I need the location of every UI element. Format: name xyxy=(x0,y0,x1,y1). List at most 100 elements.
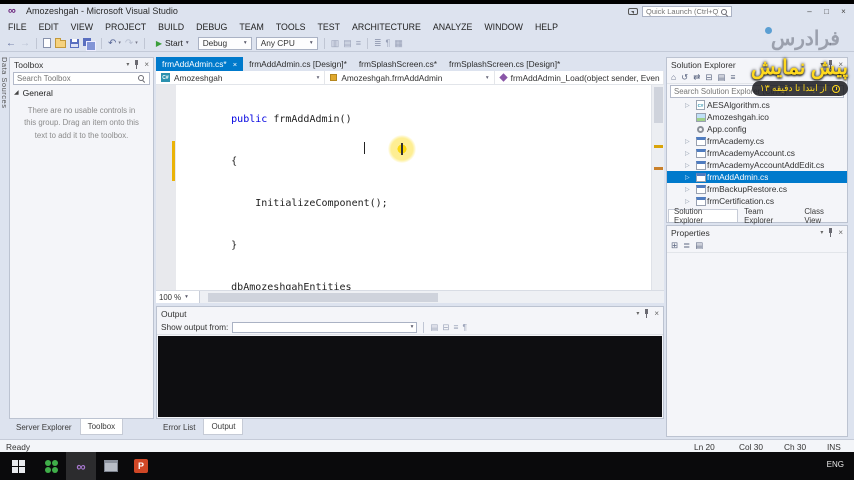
quick-launch-box[interactable] xyxy=(642,6,732,17)
toolbox-header[interactable]: Toolbox ▾ × xyxy=(10,58,153,71)
scrollbar-thumb[interactable] xyxy=(208,293,438,302)
menu-architecture[interactable]: ARCHITECTURE xyxy=(346,19,427,35)
expander-icon[interactable]: ▷ xyxy=(685,174,694,181)
window-position-icon[interactable]: ▾ xyxy=(820,229,823,236)
alphabetical-icon[interactable]: ≣ xyxy=(683,240,690,251)
tree-item[interactable]: ▷ App.config xyxy=(667,123,847,135)
menu-file[interactable]: FILE xyxy=(2,19,33,35)
output-log-area[interactable] xyxy=(158,336,662,417)
close-icon[interactable]: × xyxy=(144,60,149,69)
menu-analyze[interactable]: ANALYZE xyxy=(427,19,478,35)
pin-icon[interactable] xyxy=(827,228,834,237)
collapse-all-icon[interactable]: ⊟ xyxy=(705,72,712,83)
tree-item[interactable]: ▷ frmAcademyAccount.cs xyxy=(667,147,847,159)
property-pages-icon[interactable]: ▤ xyxy=(695,240,703,251)
toolbar-icon[interactable]: ≡ xyxy=(356,38,361,48)
minimize-button[interactable]: – xyxy=(801,4,818,18)
menu-help[interactable]: HELP xyxy=(529,19,564,35)
properties-icon[interactable]: ≡ xyxy=(731,72,736,82)
new-file-icon[interactable] xyxy=(43,38,51,48)
toolbox-search-box[interactable] xyxy=(13,72,150,85)
breadcrumb-type-dropdown[interactable]: Amozeshgah.frmAddAdmin ▾ xyxy=(325,71,495,84)
menu-view[interactable]: VIEW xyxy=(65,19,99,35)
tree-item[interactable]: ▷ frmBackupRestore.cs xyxy=(667,183,847,195)
window-position-icon[interactable]: ▾ xyxy=(126,61,129,68)
tab-frmsplashscreen-design[interactable]: frmSplashScreen.cs [Design]* xyxy=(443,57,566,71)
solution-platform-combo[interactable]: Any CPU ▾ xyxy=(255,36,318,50)
close-icon[interactable]: × xyxy=(233,60,237,69)
open-file-icon[interactable] xyxy=(55,38,66,48)
breadcrumb-project-dropdown[interactable]: C# Amozeshgah ▾ xyxy=(156,71,326,84)
solution-configuration-combo[interactable]: Debug ▾ xyxy=(197,36,252,50)
show-all-files-icon[interactable]: ▤ xyxy=(718,72,726,83)
pin-icon[interactable] xyxy=(133,60,140,69)
redo-icon[interactable]: ↷ xyxy=(125,36,133,51)
tree-item[interactable]: ▷ Amozeshgah.ico xyxy=(667,111,847,123)
undo-dropdown-icon[interactable]: ▾ xyxy=(118,40,121,46)
expander-icon[interactable]: ▷ xyxy=(685,150,694,157)
tree-item-selected[interactable]: ▷ frmAddAdmin.cs xyxy=(667,171,847,183)
close-button[interactable]: × xyxy=(835,4,852,18)
code-line[interactable]: } xyxy=(183,239,650,253)
sidebar-tab-data-sources[interactable]: Data Sources xyxy=(0,57,9,137)
output-header[interactable]: Output ▾ × xyxy=(157,307,663,320)
properties-header[interactable]: Properties ▾ × xyxy=(667,226,847,239)
expander-icon[interactable]: ▷ xyxy=(685,138,694,145)
taskbar-app-icon[interactable] xyxy=(36,452,66,480)
tab-frmaddadmin-design[interactable]: frmAddAdmin.cs [Design]* xyxy=(243,57,353,71)
scrollbar-thumb[interactable] xyxy=(654,87,663,123)
maximize-button[interactable]: □ xyxy=(818,4,835,18)
menu-build[interactable]: BUILD xyxy=(152,19,190,35)
navigate-back-icon[interactable]: ← xyxy=(6,36,16,51)
undo-icon[interactable]: ↶ xyxy=(108,36,116,51)
tab-server-explorer[interactable]: Server Explorer xyxy=(9,419,79,435)
home-icon[interactable]: ⌂ xyxy=(671,72,676,82)
tab-output[interactable]: Output xyxy=(203,419,244,435)
toolbar-icon[interactable]: ▥ xyxy=(331,38,340,49)
menu-tools[interactable]: TOOLS xyxy=(270,19,312,35)
window-position-icon[interactable]: ▾ xyxy=(636,310,639,317)
tab-error-list[interactable]: Error List xyxy=(156,419,202,435)
expander-icon[interactable]: ▷ xyxy=(685,102,694,109)
save-icon[interactable] xyxy=(70,38,79,48)
tab-frmaddadmin-cs[interactable]: frmAddAdmin.cs* × xyxy=(156,57,244,71)
taskbar-powerpoint-icon[interactable]: P xyxy=(126,452,156,480)
menu-edit[interactable]: EDIT xyxy=(33,19,65,35)
output-toolbar-icon[interactable]: ≡ xyxy=(454,322,459,332)
menu-project[interactable]: PROJECT xyxy=(99,19,152,35)
toolbox-section-general[interactable]: ◢ General xyxy=(10,86,153,99)
toolbox-search-input[interactable] xyxy=(17,74,133,83)
editor-zoom-combo[interactable]: 100 % ▾ xyxy=(156,291,200,303)
toolbar-icon[interactable]: ▤ xyxy=(343,38,352,49)
redo-dropdown-icon[interactable]: ▾ xyxy=(135,40,138,46)
expander-icon[interactable]: ▷ xyxy=(685,198,694,205)
tab-team-explorer[interactable]: Team Explorer xyxy=(739,207,798,225)
tree-item[interactable]: ▷ frmAcademyAccountAddEdit.cs xyxy=(667,159,847,171)
taskbar-app-icon[interactable] xyxy=(96,452,126,480)
taskbar-visual-studio-icon[interactable]: ∞ xyxy=(66,452,96,480)
close-icon[interactable]: × xyxy=(654,309,659,318)
code-editor[interactable]: public frmAddAdmin() { InitializeCompone… xyxy=(156,85,664,290)
tree-item[interactable]: ▷ C# AESAlgorithm.cs xyxy=(667,99,847,111)
sync-with-active-document-icon[interactable]: ⇄ xyxy=(693,72,700,83)
categorized-icon[interactable]: ⊞ xyxy=(671,240,678,251)
quick-launch-input[interactable] xyxy=(646,7,719,16)
output-toolbar-icon[interactable]: ▤ xyxy=(430,322,438,333)
navigate-forward-icon[interactable]: → xyxy=(20,36,30,51)
code-line[interactable]: { xyxy=(183,155,650,169)
feedback-icon[interactable] xyxy=(628,8,638,15)
menu-team[interactable]: TEAM xyxy=(233,19,269,35)
editor-vertical-scrollbar[interactable] xyxy=(651,85,664,290)
menu-test[interactable]: TEST xyxy=(312,19,346,35)
tab-solution-explorer[interactable]: Solution Explorer xyxy=(668,207,739,225)
start-button[interactable] xyxy=(0,452,36,480)
tab-toolbox[interactable]: Toolbox xyxy=(79,419,124,435)
tree-item[interactable]: ▷ frmAcademy.cs xyxy=(667,135,847,147)
output-source-combo[interactable]: ▾ xyxy=(232,321,418,333)
close-icon[interactable]: × xyxy=(838,228,843,237)
toolbar-icon[interactable]: ≣ xyxy=(374,38,382,49)
save-all-icon[interactable] xyxy=(83,37,96,51)
language-indicator[interactable]: ENG xyxy=(827,460,844,469)
tab-class-view[interactable]: Class View xyxy=(799,207,847,225)
start-debug-button[interactable]: ▶ Start ▾ xyxy=(151,36,194,51)
